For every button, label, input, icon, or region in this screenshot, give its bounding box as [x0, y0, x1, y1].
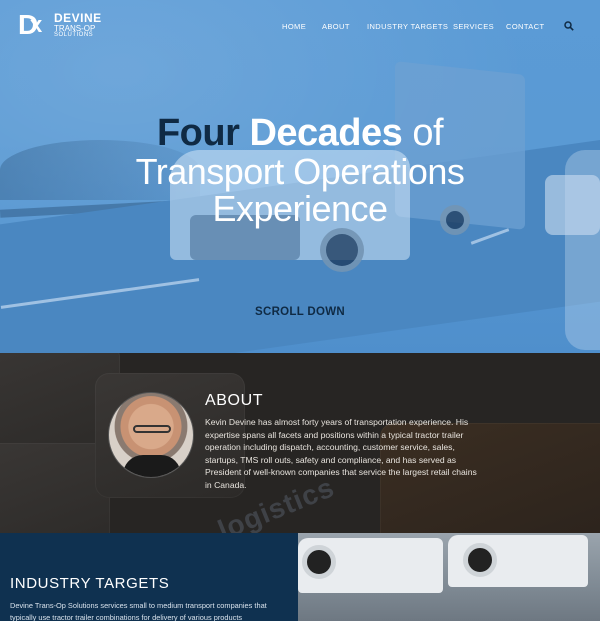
hero-title-line-3: Experience	[212, 188, 388, 229]
nav-item-contact[interactable]: CONTACT	[506, 22, 545, 31]
hero-title-word: Decades	[249, 112, 403, 154]
search-icon[interactable]	[564, 21, 574, 31]
trucks-image	[298, 533, 600, 621]
logo-mark-icon: Dx	[18, 9, 43, 40]
nav-item-about[interactable]: ABOUT	[322, 22, 350, 31]
nav-item-home[interactable]: HOME	[282, 22, 306, 31]
nav-item-services[interactable]: SERVICES	[453, 22, 494, 31]
main-navigation: Dx DEVINE TRANS-OP SOLUTIONS HOME ABOUT …	[0, 0, 600, 50]
brand-name: DEVINE	[54, 11, 102, 25]
about-heading: ABOUT	[205, 392, 264, 409]
hero-title-line-2: Transport Operations	[135, 151, 465, 192]
about-description: Kevin Devine has almost forty years of t…	[205, 417, 477, 490]
page: Dx DEVINE TRANS-OP SOLUTIONS HOME ABOUT …	[0, 0, 600, 621]
keyboard-key-bg	[0, 443, 110, 533]
industry-targets-description: Devine Trans-Op Solutions services small…	[10, 601, 267, 621]
scroll-down-link[interactable]: SCROLL DOWN	[0, 306, 600, 318]
hero-section: Dx DEVINE TRANS-OP SOLUTIONS HOME ABOUT …	[0, 0, 600, 353]
brand-logo[interactable]: Dx DEVINE TRANS-OP SOLUTIONS	[18, 10, 108, 40]
brand-subtitle-2: SOLUTIONS	[54, 32, 94, 38]
hero-title: Four Decades of Transport Operations Exp…	[0, 112, 600, 228]
nav-item-industry-targets[interactable]: INDUSTRY TARGETS	[367, 22, 448, 31]
industry-targets-heading: INDUSTRY TARGETS	[10, 575, 170, 592]
avatar	[108, 392, 194, 478]
hero-title-word: Four	[156, 112, 240, 154]
hero-title-word: of	[412, 112, 444, 154]
truck-wheel	[320, 228, 364, 272]
